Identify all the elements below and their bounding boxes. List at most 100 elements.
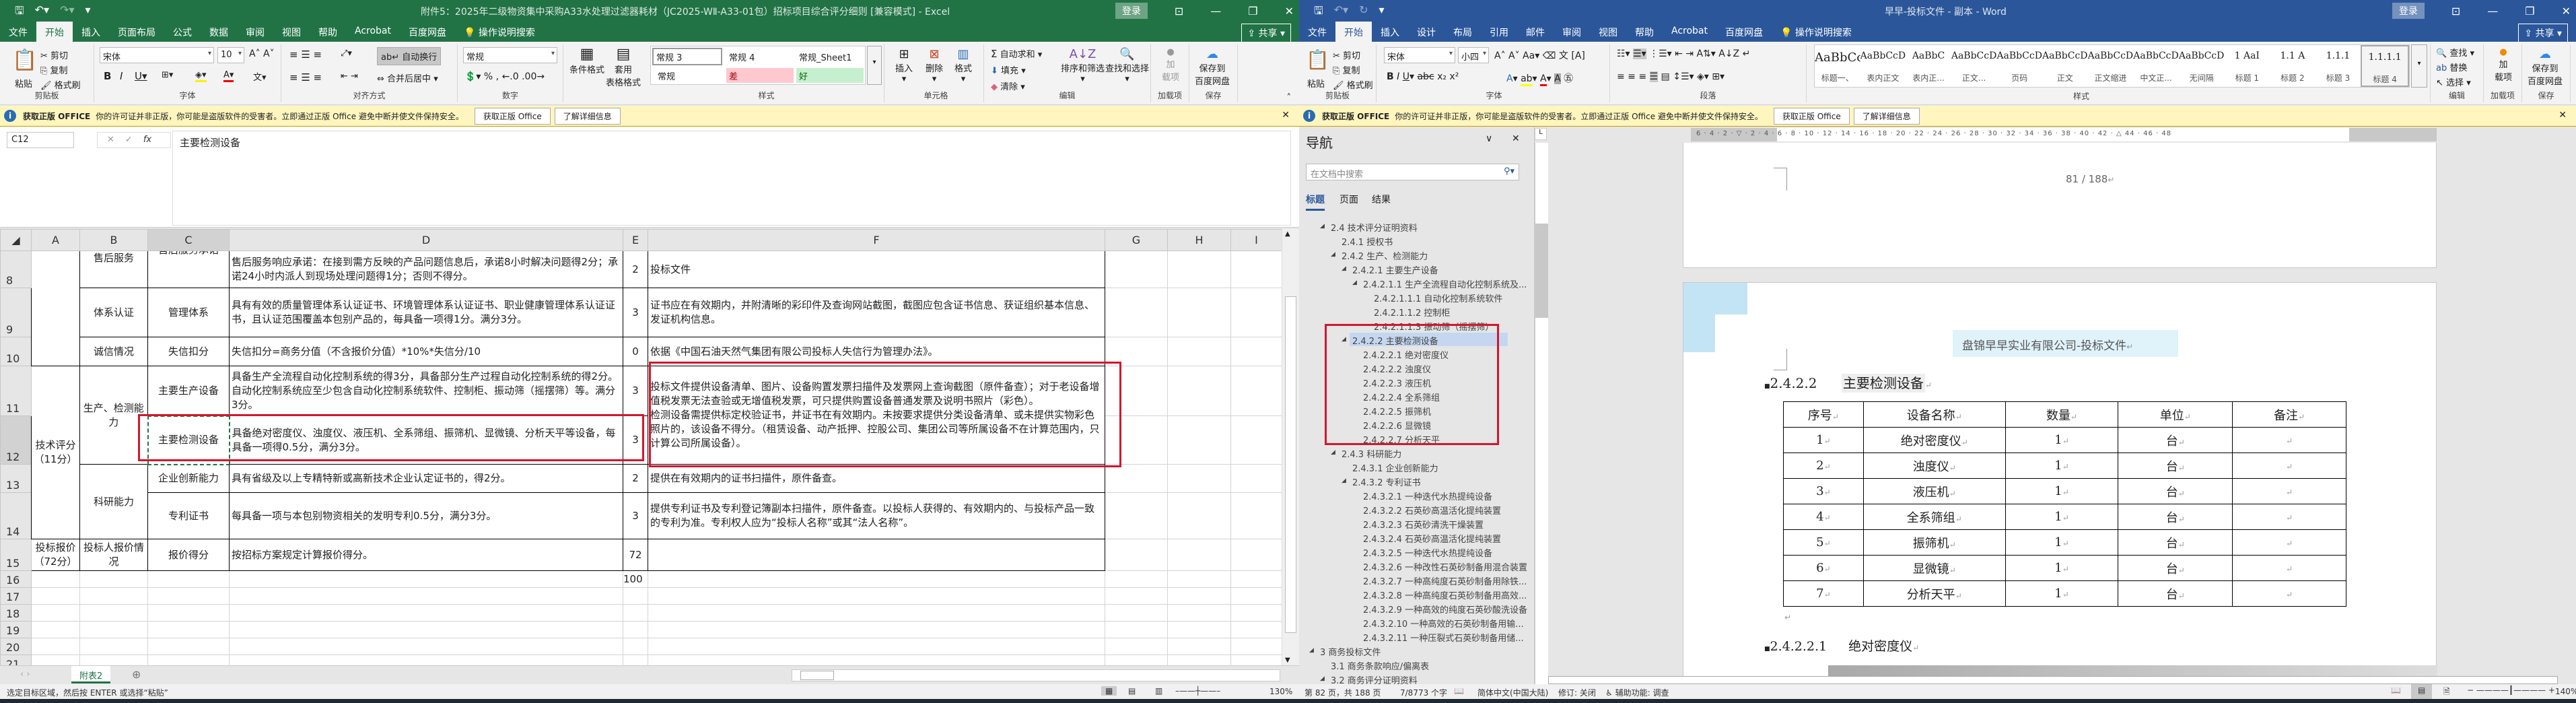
tab-formulas[interactable]: 公式 [164,22,201,42]
cell-b15[interactable]: 投标人报价情况 [79,539,148,571]
table-cell[interactable]: 全系筛组↵ [1863,504,2006,530]
tell-me-search[interactable]: 💡 操作说明搜索 [455,22,544,42]
cell-f11[interactable]: 投标文件提供设备清单、图片、设备购置发票扫描件及发票网上查询截图（原件备查）；对… [648,366,1105,465]
cell[interactable] [229,638,623,655]
table-cell[interactable]: 2↵ [1783,453,1864,479]
column-header-g[interactable]: G [1105,229,1168,251]
horizontal-align-icons[interactable]: ≡ ☰ ≡ [289,71,322,83]
print-layout-icon[interactable]: ▤ [2411,684,2433,699]
nav-heading-item[interactable]: 2.4.3.1 企业创新能力 [1352,461,1438,474]
tab-baidu[interactable]: 百度网盘 [400,22,455,42]
tab-file[interactable]: 文件 [1299,22,1335,42]
cut-button[interactable]: ✂ 剪切 [1333,48,1360,61]
paste-icon[interactable]: 📋 [12,48,37,72]
wrap-text-button[interactable]: ab↵ 自动换行 [377,47,442,65]
sort-filter-button[interactable]: A↓Z 排序和筛选 ▾ [1061,47,1105,84]
font-tools-icons[interactable]: A˄ A˅ Aa▾ ⌫ 文 [A] [1494,48,1585,62]
row-header[interactable]: 19 [0,621,32,638]
table-cell[interactable]: ↵ [2232,580,2346,607]
style-item[interactable]: AaBbCcDd 无间隔 [2179,45,2225,87]
style-item[interactable]: AaBbCc 标题一、 [1815,45,1860,87]
ribbon-display-icon[interactable]: ⊡ [2451,5,2460,18]
cell-b9[interactable]: 体系认证 [79,288,148,337]
collapse-triangle-icon[interactable]: ◢ [1342,265,1346,272]
nav-heading-item[interactable]: 2.4.2.2.6 显微镜 [1363,419,1431,432]
styles-more-button[interactable]: ▾ [2411,44,2427,88]
table-cell[interactable]: 5↵ [1783,529,1864,556]
style-normal-3[interactable]: 常规 3 [652,48,722,65]
cell[interactable] [623,604,648,622]
style-item[interactable]: AaBbCcDd 中文正... [2133,45,2179,87]
tab-page-layout[interactable]: 页面布局 [109,22,164,42]
nav-heading-item[interactable]: 2.4.3.2 专利证书 [1352,475,1421,488]
cell[interactable] [1230,638,1282,655]
cell-g13[interactable] [1105,464,1168,493]
underline-button[interactable]: U▾ [135,70,147,82]
table-cell[interactable]: 数量↵ [2005,401,2119,428]
cell-h9[interactable] [1167,288,1231,337]
cell[interactable] [1167,587,1231,605]
cell-e13[interactable]: 2 [623,464,648,493]
column-header-h[interactable]: H [1167,229,1231,251]
style-item[interactable]: 1.1.1 标题 3 [2316,45,2361,87]
bold-button[interactable]: B [104,70,111,82]
cell-i13[interactable] [1230,464,1282,493]
cell[interactable] [1230,587,1282,605]
word-count[interactable]: 7/8773 个字 [1400,687,1447,698]
paste-button[interactable]: 粘贴 [1307,77,1325,90]
cell[interactable] [147,587,230,605]
nav-tab-results[interactable]: 结果 [1372,193,1391,206]
save-to-baidu-button[interactable]: ☁ 保存到 百度网盘 [1195,47,1230,87]
tab-insert[interactable]: 插入 [73,22,109,42]
horizontal-scrollbar[interactable] [792,669,1280,681]
cell[interactable] [31,621,80,638]
font-name-select[interactable]: 宋体 [100,47,214,63]
style-item[interactable]: AaBbCcDd 页码 [1996,45,2042,87]
cell[interactable] [1105,621,1168,638]
tab-review[interactable]: 审阅 [237,22,273,42]
close-button[interactable]: ✕ [2562,5,2571,18]
customize-qat-icon[interactable]: ▾ [85,3,91,22]
select-button[interactable]: ↖ 选择 ▾ [2436,75,2471,88]
row-header[interactable]: 14 [0,492,32,539]
nav-heading-item[interactable]: 2.4.3.2.11 一种压裂式石英砂制备用储... [1363,631,1524,644]
web-layout-icon[interactable]: 🗎 [2443,685,2450,699]
collapse-ribbon-icon[interactable]: ˄ [1287,93,1292,103]
share-button[interactable]: ⇪ 共享 ▾ [2518,24,2568,42]
zoom-level[interactable]: 140% [2555,687,2576,696]
cell-h8[interactable] [1167,250,1231,288]
table-cell[interactable]: 序号↵ [1783,401,1864,428]
nav-heading-item[interactable]: 2.4.2.2.1 绝对密度仪 [1363,348,1449,361]
cell-a15[interactable]: 投标报价（72分） [31,539,80,571]
cut-button[interactable]: ✂ 剪切 [40,48,68,61]
cell-e9[interactable]: 3 [623,288,648,337]
table-cell[interactable]: 设备名称↵ [1863,401,2006,428]
nav-heading-item[interactable]: 2.4.3.2.7 一种高纯度石英砂制备用除铁... [1363,574,1527,587]
select-all-corner[interactable]: ◢ [0,229,32,251]
table-cell[interactable]: ↵ [2232,529,2346,556]
cell[interactable] [1105,638,1168,655]
read-mode-icon[interactable]: 📖 [2391,685,2401,695]
cell-e11[interactable]: 3 [623,366,648,416]
nav-heading-item[interactable]: 2.4.2.2.4 全系筛组 [1363,391,1440,403]
table-cell[interactable]: 1↵ [2005,529,2119,556]
cell[interactable] [648,621,1105,638]
row-header[interactable]: 10 [0,337,32,366]
nav-heading-item[interactable]: 2.4.1 授权书 [1342,235,1393,248]
number-format-icons[interactable]: 💲▾ % , ←.0 .00→ [464,71,545,82]
nav-heading-item[interactable]: 2.4.2.1.1.3 振动筛（摇摆筛） [1374,320,1494,333]
style-item[interactable]: 1.1.1.1 标题 4 [2361,45,2409,87]
collapse-triangle-icon[interactable]: ◢ [1342,336,1346,343]
style-item[interactable]: AaBbCcDd 正文 [2042,45,2088,87]
font-size-select[interactable]: 小四 [1458,47,1489,63]
text-effects-icons[interactable]: A▾ ab▾ A▾ A ㊄ [1506,71,1573,86]
conditional-format-button[interactable]: ▦ 条件格式 [569,46,604,75]
table-cell[interactable]: ↵ [2232,453,2346,479]
cell-i15[interactable] [1230,539,1282,571]
redo-icon[interactable]: ↷▾ [60,3,74,22]
cell-f10[interactable]: 依据《中国石油天然气集团有限公司投标人失信行为管理办法》。 [648,337,1105,366]
nav-heading-item[interactable]: 2.4.2.2.2 浊度仪 [1363,362,1431,375]
table-cell[interactable]: 台↵ [2118,580,2233,607]
nav-tab-pages[interactable]: 页面 [1339,193,1358,206]
nav-heading-item[interactable]: 2.4 技术评分证明资料 [1331,221,1418,234]
